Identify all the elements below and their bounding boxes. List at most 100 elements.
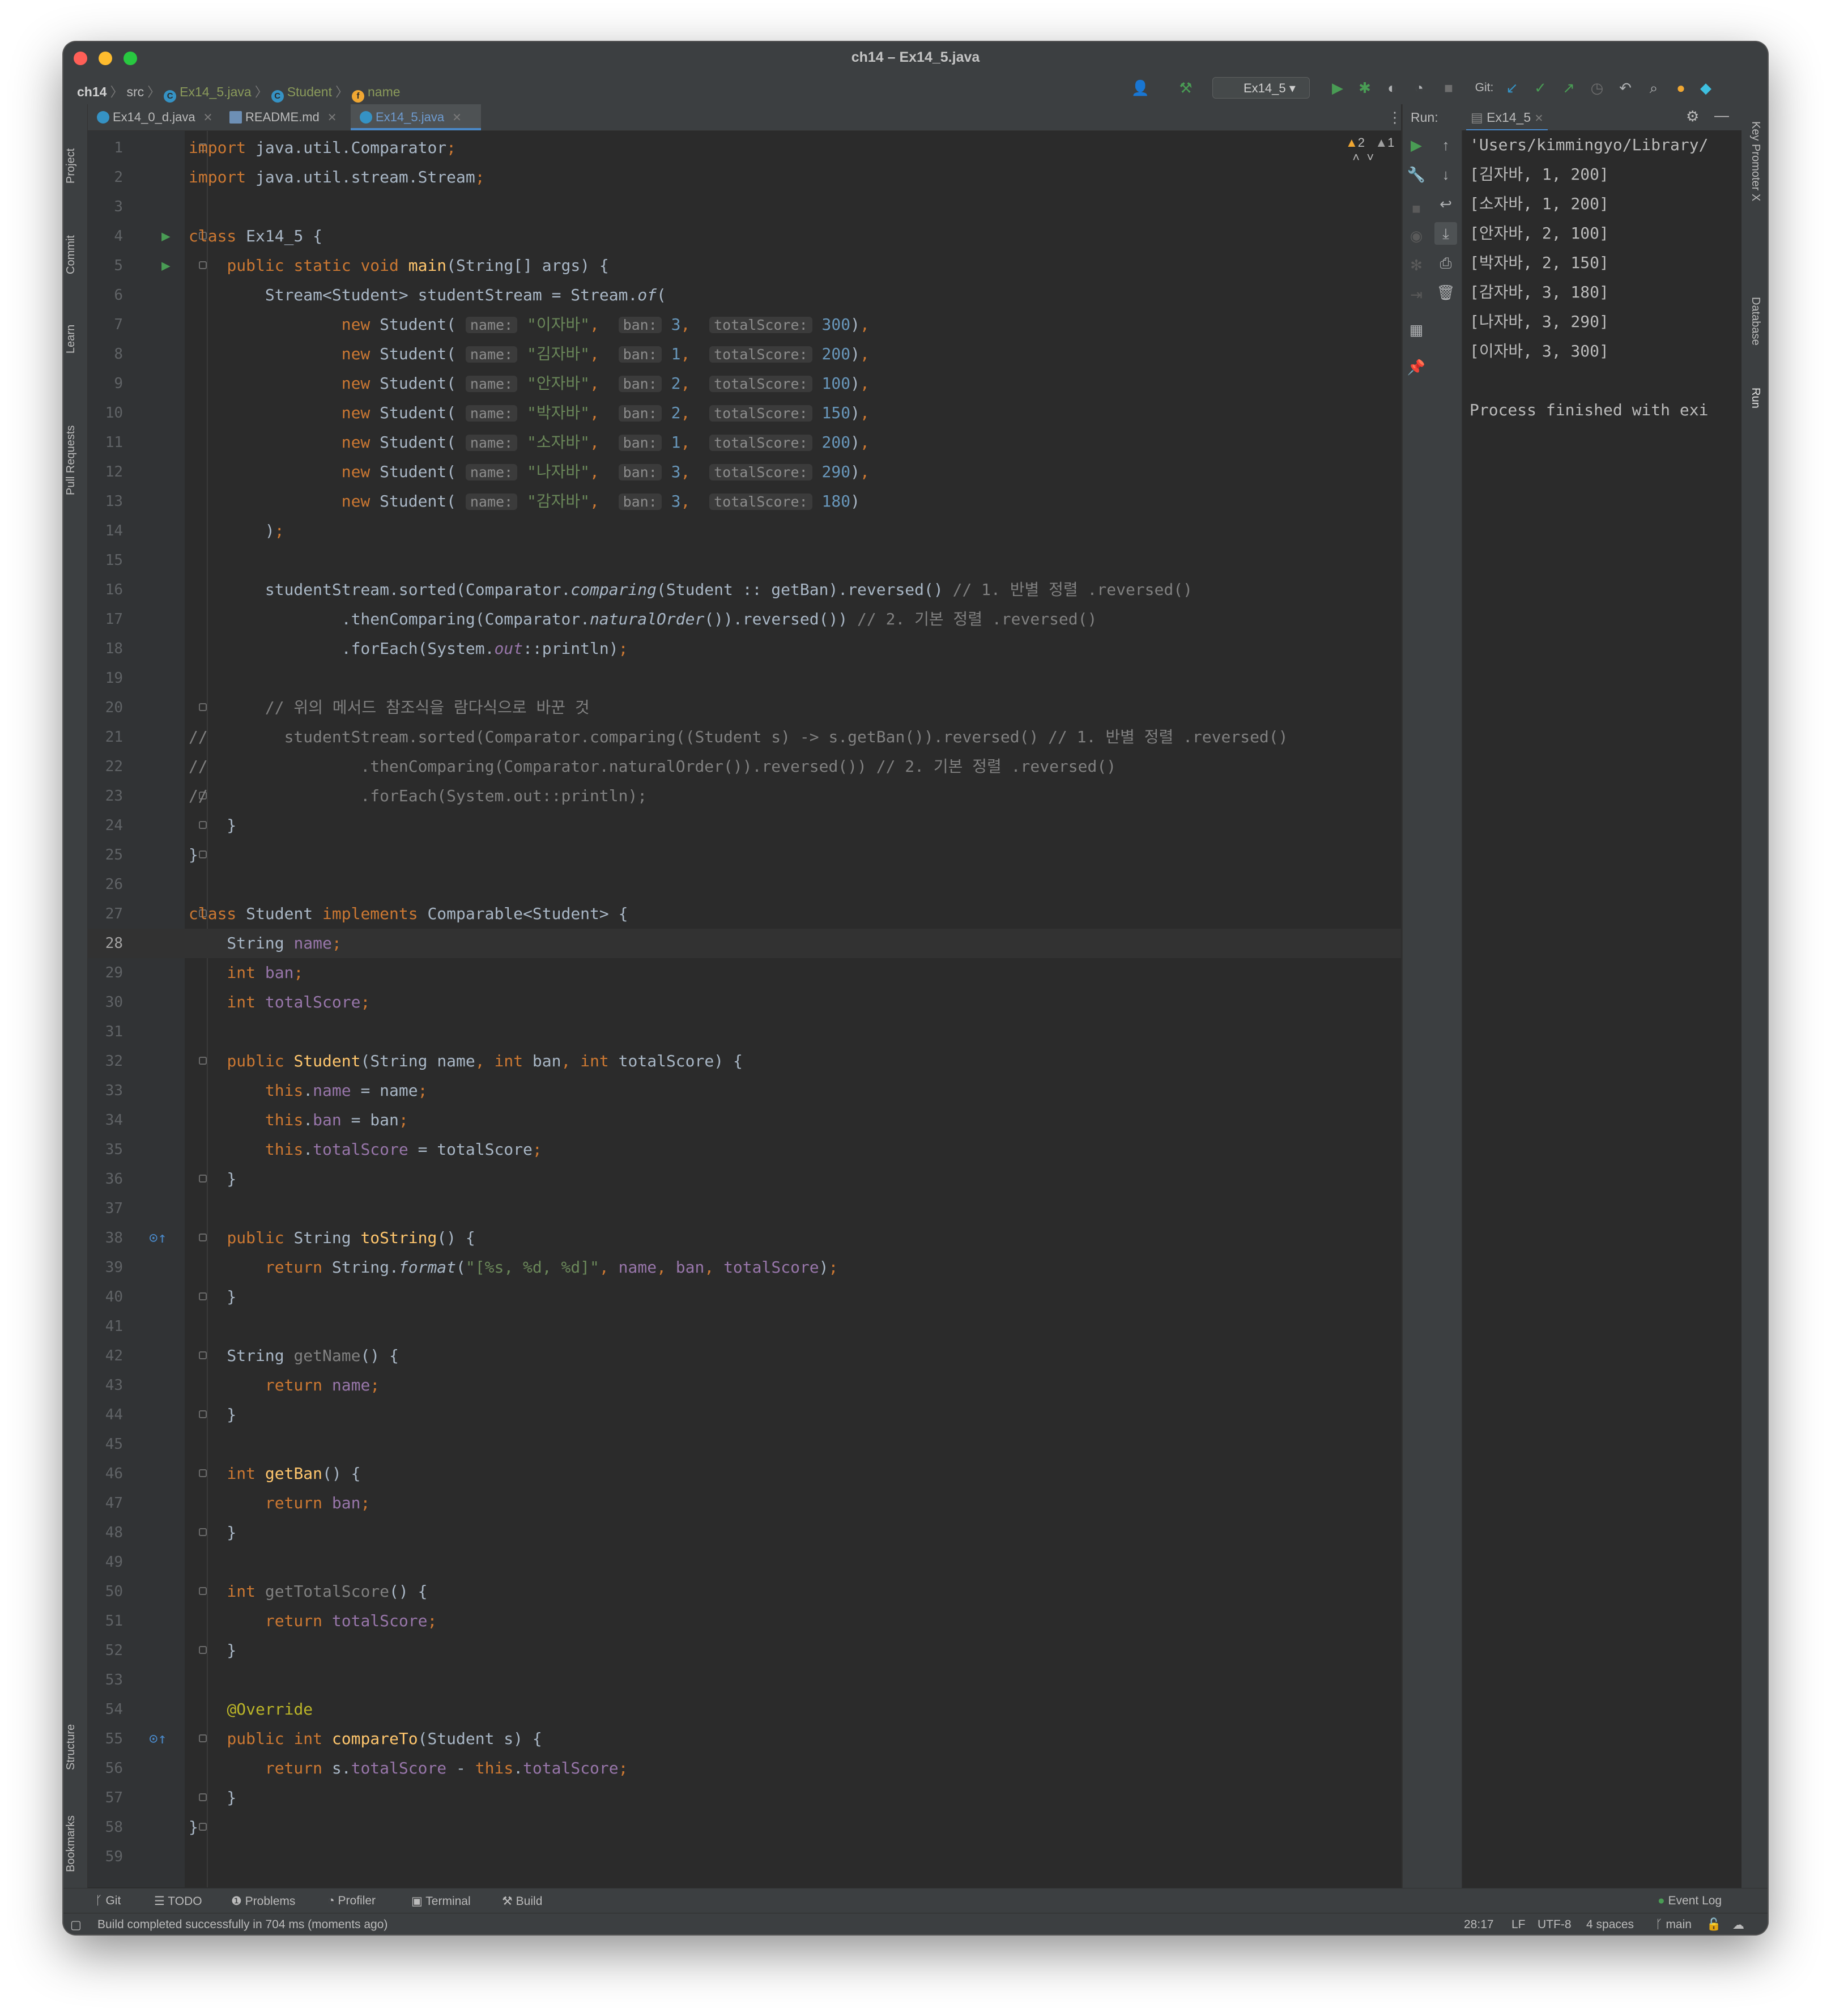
code-line[interactable]: 35 this.totalScore = totalScore; [88, 1135, 1401, 1164]
code-line[interactable]: 17 .thenComparing(Comparator.naturalOrde… [88, 605, 1401, 634]
minimize-icon[interactable]: — [1714, 107, 1729, 124]
line-number[interactable]: 41 [88, 1312, 123, 1341]
commit-tool-button[interactable]: Commit [65, 235, 78, 274]
code-line[interactable]: 52 } [88, 1636, 1401, 1665]
code-line[interactable]: 39 return String.format("[%s, %d, %d]", … [88, 1253, 1401, 1282]
scroll-to-end-icon[interactable]: ⤓ [1434, 222, 1457, 245]
code-line[interactable]: 43 return name; [88, 1371, 1401, 1400]
line-number[interactable]: 51 [88, 1606, 123, 1636]
code-line[interactable]: 24 } [88, 811, 1401, 840]
code-line[interactable]: 19 [88, 664, 1401, 693]
breadcrumb-folder[interactable]: src [126, 84, 144, 99]
git-tool-button[interactable]: ᚴ Git [95, 1894, 121, 1908]
line-number[interactable]: 6 [88, 280, 123, 310]
code-line[interactable]: 45 [88, 1430, 1401, 1459]
line-number[interactable]: 45 [88, 1430, 123, 1459]
code-line[interactable]: 47 return ban; [88, 1488, 1401, 1518]
code-line[interactable]: 23 // .forEach(System.out::println); [88, 781, 1401, 811]
line-number[interactable]: 43 [88, 1371, 123, 1400]
line-number[interactable]: 42 [88, 1341, 123, 1371]
layout-icon[interactable]: ▢ [70, 1918, 82, 1932]
build-tool-button[interactable]: ⚒ Build [502, 1894, 542, 1908]
code-line[interactable]: 42 String getName() { [88, 1341, 1401, 1371]
structure-tool-button[interactable]: Structure [65, 1724, 78, 1770]
git-branch[interactable]: ᚴ main [1655, 1918, 1692, 1932]
line-number[interactable]: 2 [88, 163, 123, 192]
line-number[interactable]: 26 [88, 870, 123, 899]
line-number[interactable]: 29 [88, 958, 123, 988]
git-update-icon[interactable]: ↙ [1502, 78, 1522, 97]
code-line[interactable]: 10 new Student( name: "박자바", ban: 2, tot… [88, 398, 1401, 428]
code-line[interactable]: 20 // 위의 메서드 참조식을 람다식으로 바꾼 것 [88, 693, 1401, 722]
run-configuration-select[interactable]: Ex14_5 ▾ [1212, 77, 1310, 99]
user-icon[interactable]: 👤 [1131, 78, 1150, 97]
rollback-icon[interactable]: ↶ [1616, 78, 1635, 97]
code-line[interactable]: 48 } [88, 1518, 1401, 1547]
line-number[interactable]: 13 [88, 487, 123, 516]
code-line[interactable]: 3 [88, 192, 1401, 222]
line-number[interactable]: 57 [88, 1783, 123, 1813]
scroll-up-icon[interactable]: ↑ [1434, 134, 1457, 156]
breadcrumb-class[interactable]: Student [287, 84, 332, 99]
rerun-icon[interactable]: ▶ [1405, 134, 1428, 156]
layout-icon[interactable]: ▦ [1405, 318, 1428, 341]
code-line[interactable]: 46 int getBan() { [88, 1459, 1401, 1488]
code-line[interactable]: 56 return s.totalScore - this.totalScore… [88, 1754, 1401, 1783]
code-line[interactable]: 34 this.ban = ban; [88, 1105, 1401, 1135]
code-line[interactable]: 50 int getTotalScore() { [88, 1577, 1401, 1606]
code-line[interactable]: 11 new Student( name: "소자바", ban: 1, tot… [88, 428, 1401, 457]
line-number[interactable]: 54 [88, 1695, 123, 1724]
line-number[interactable]: 31 [88, 1017, 123, 1047]
line-number[interactable]: 23 [88, 781, 123, 811]
run-tool-button[interactable]: Run [1749, 388, 1762, 409]
settings-icon[interactable]: ✻ [1405, 254, 1428, 277]
gear-icon[interactable]: ⚙ [1686, 108, 1699, 125]
history-icon[interactable]: ◷ [1587, 78, 1607, 97]
code-line[interactable]: 58} [88, 1813, 1401, 1842]
profiler-tool-button[interactable]: ◔ Profiler [327, 1894, 376, 1908]
line-number[interactable]: 50 [88, 1577, 123, 1606]
line-number[interactable]: 39 [88, 1253, 123, 1282]
line-number[interactable]: 21 [88, 722, 123, 752]
database-tool-button[interactable]: Database [1749, 297, 1762, 346]
code-line[interactable]: 32 public Student(String name, int ban, … [88, 1047, 1401, 1076]
line-number[interactable]: 1 [88, 133, 123, 163]
breadcrumb-file[interactable]: Ex14_5.java [180, 84, 252, 99]
line-number[interactable]: 15 [88, 546, 123, 575]
code-line[interactable]: 25} [88, 840, 1401, 870]
line-number[interactable]: 9 [88, 369, 123, 398]
override-gutter-icon[interactable]: ⊙↑ [149, 1223, 167, 1253]
line-number[interactable]: 3 [88, 192, 123, 222]
line-number[interactable]: 28 [88, 929, 123, 958]
exit-icon[interactable]: ⇥ [1405, 283, 1428, 306]
code-line[interactable]: 53 [88, 1665, 1401, 1695]
code-line[interactable]: 7 new Student( name: "이자바", ban: 3, tota… [88, 310, 1401, 339]
line-number[interactable]: 34 [88, 1105, 123, 1135]
code-line[interactable]: 2 import java.util.stream.Stream; [88, 163, 1401, 192]
build-hammer-icon[interactable]: ⚒ [1176, 78, 1195, 97]
line-number[interactable]: 7 [88, 310, 123, 339]
run-icon[interactable]: ▶ [1328, 78, 1347, 97]
code-line[interactable]: 31 [88, 1017, 1401, 1047]
line-number[interactable]: 17 [88, 605, 123, 634]
code-line[interactable]: 12 new Student( name: "나자바", ban: 3, tot… [88, 457, 1401, 487]
code-line[interactable]: 41 [88, 1312, 1401, 1341]
status-message[interactable]: Build completed successfully in 704 ms (… [97, 1918, 388, 1932]
line-number[interactable]: 40 [88, 1282, 123, 1312]
code-line[interactable]: 40 } [88, 1282, 1401, 1312]
terminal-tool-button[interactable]: ▣ Terminal [411, 1894, 471, 1908]
close-icon[interactable]: ✕ [452, 112, 462, 124]
todo-tool-button[interactable]: ☰ TODO [154, 1894, 202, 1908]
code-line[interactable]: 28 String name; [88, 929, 1401, 958]
line-number[interactable]: 48 [88, 1518, 123, 1547]
line-number[interactable]: 5 [88, 251, 123, 280]
line-number[interactable]: 8 [88, 339, 123, 369]
print-icon[interactable]: ⎙ [1434, 252, 1457, 274]
override-gutter-icon[interactable]: ⊙↑ [149, 1724, 167, 1754]
fold-marker-icon[interactable] [199, 850, 207, 858]
code-line[interactable]: 57 } [88, 1783, 1401, 1813]
line-number[interactable]: 12 [88, 457, 123, 487]
code-line[interactable]: 55 ⊙↑ public int compareTo(Student s) { [88, 1724, 1401, 1754]
run-gutter-icon[interactable]: ▶ [161, 251, 171, 280]
line-number[interactable]: 25 [88, 840, 123, 870]
